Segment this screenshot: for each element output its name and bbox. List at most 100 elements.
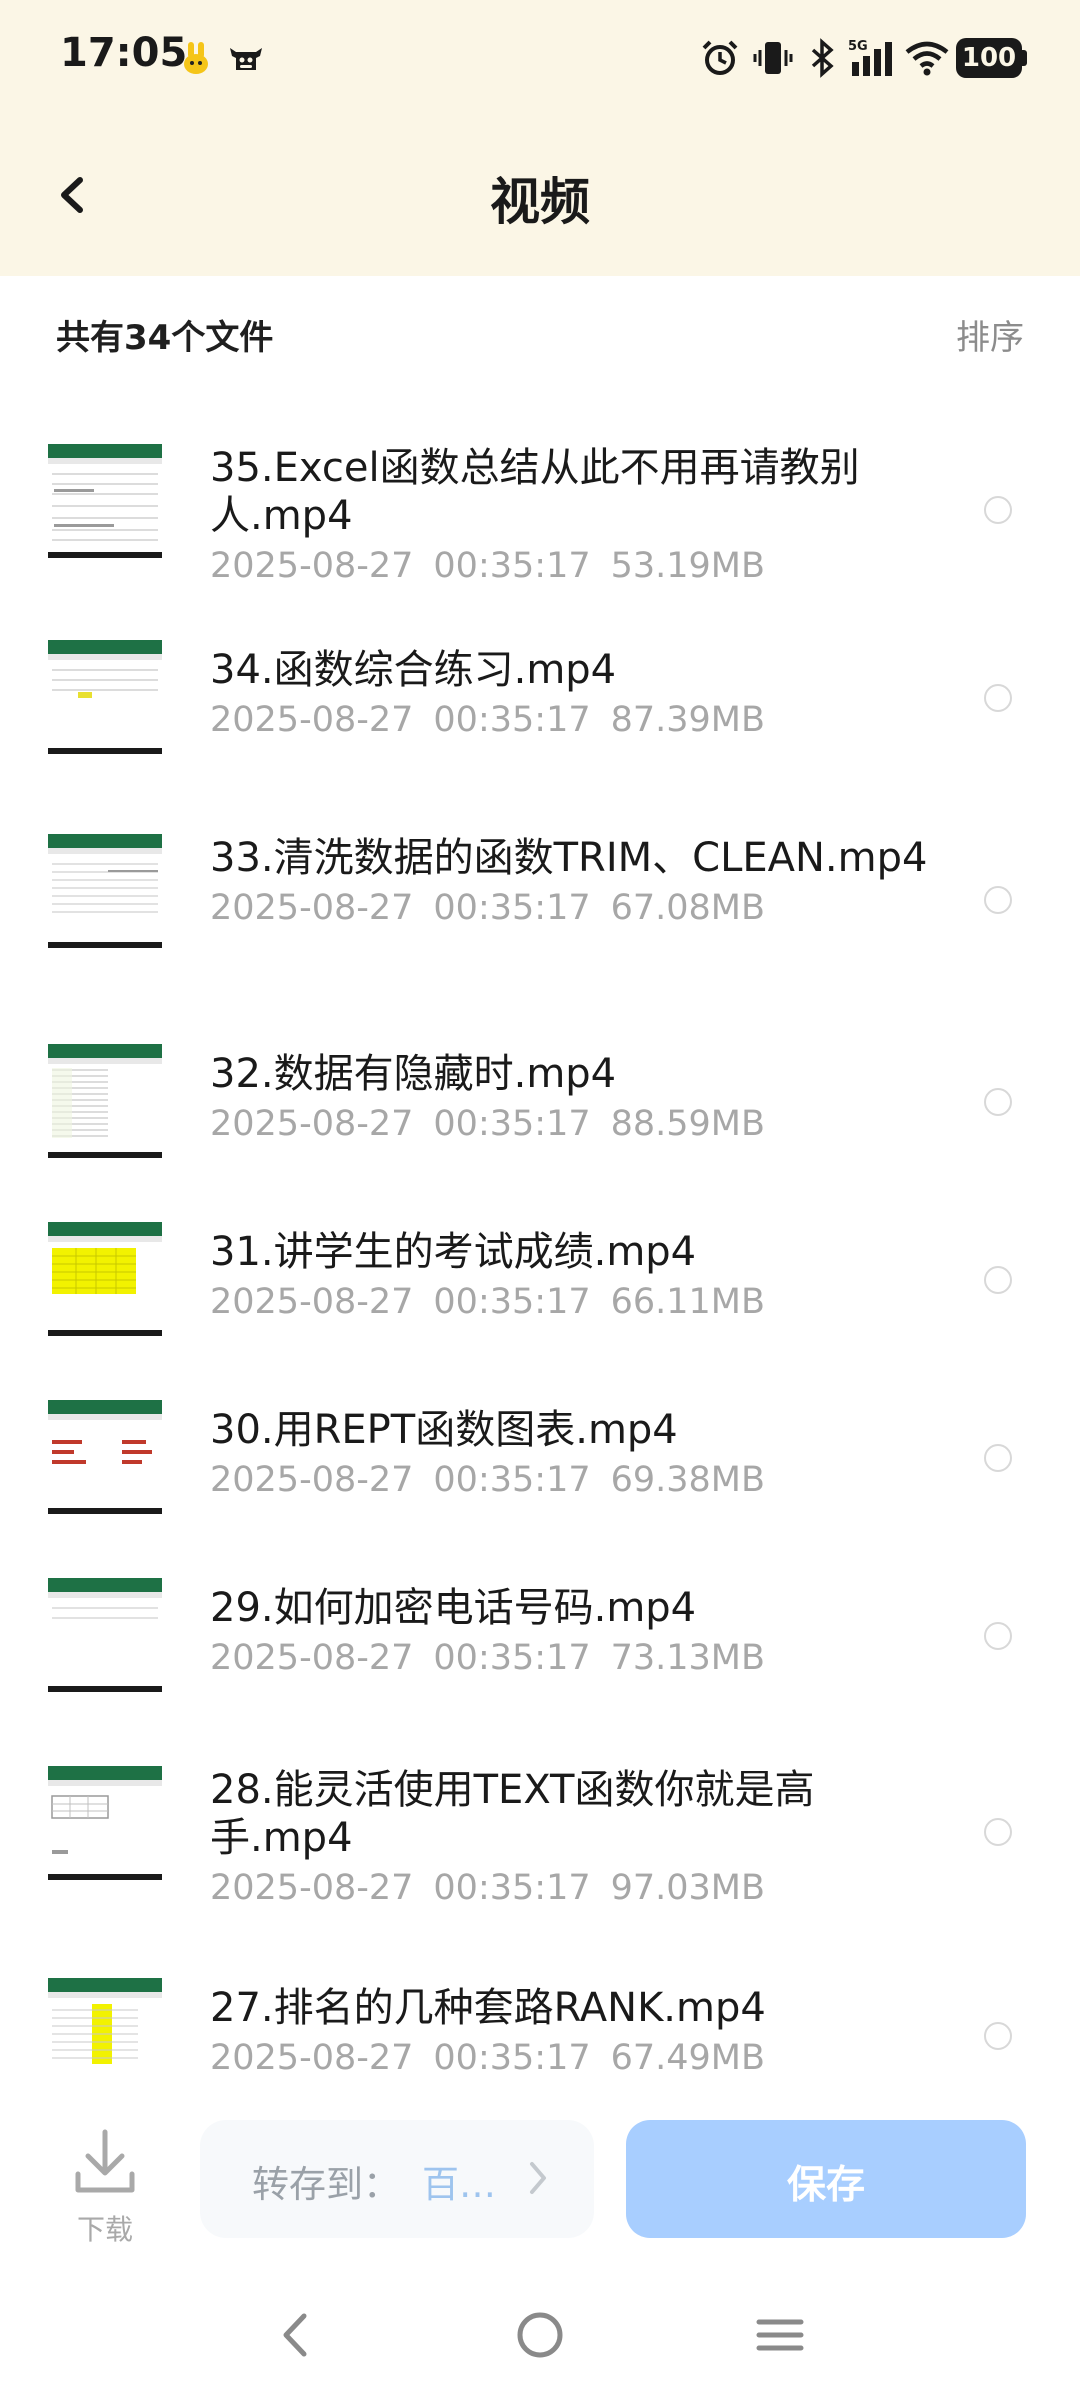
file-name: 31.讲学生的考试成绩.mp4 — [210, 1229, 697, 1275]
save-to-target: 百… — [422, 2163, 496, 2206]
select-radio[interactable] — [984, 684, 1012, 712]
file-info: 35.Excel函数总结从此不用再请教别人.mp4 2025-08-27 00:3… — [210, 444, 940, 588]
file-meta: 2025-08-27 00:35:17 87.39MB — [210, 698, 940, 742]
nav-back-icon[interactable] — [262, 2300, 332, 2370]
file-meta: 2025-08-27 00:35:17 67.08MB — [210, 886, 940, 930]
vibrate-icon — [753, 42, 793, 74]
file-size: 87.39MB — [610, 700, 766, 740]
file-name: 27.排名的几种套路RANK.mp4 — [210, 1985, 766, 2031]
list-item[interactable]: 35.Excel函数总结从此不用再请教别人.mp4 2025-08-27 00:3… — [0, 426, 1080, 596]
file-size: 67.49MB — [610, 2038, 766, 2078]
file-meta: 2025-08-27 00:35:17 88.59MB — [210, 1102, 940, 1146]
file-info: 34.函数综合练习.mp4 2025-08-27 00:35:17 87.39MB — [210, 646, 940, 742]
file-size: 88.59MB — [610, 1104, 766, 1144]
sort-button[interactable]: 排序 — [956, 310, 1024, 359]
download-label: 下载 — [76, 2213, 133, 2246]
file-name: 34.函数综合练习.mp4 — [210, 647, 617, 693]
list-item[interactable]: 32.数据有隐藏时.mp4 2025-08-27 00:35:17 88.59MB — [0, 1032, 1080, 1172]
file-date: 2025-08-27 — [210, 888, 414, 928]
file-name: 35.Excel函数总结从此不用再请教别人.mp4 — [210, 445, 860, 539]
status-bar: 17:05 5G 100 — [0, 0, 1080, 120]
video-thumbnail — [48, 640, 162, 754]
file-info: 30.用REPT函数图表.mp4 2025-08-27 00:35:17 69.38… — [210, 1406, 940, 1502]
list-item[interactable]: 34.函数综合练习.mp4 2025-08-27 00:35:17 87.39MB — [0, 628, 1080, 768]
file-info: 33.清洗数据的函数TRIM、CLEAN.mp4 2025-08-27 00:35… — [210, 834, 940, 930]
file-info: 29.如何加密电话号码.mp4 2025-08-27 00:35:17 73.13M… — [210, 1584, 940, 1680]
select-radio[interactable] — [984, 1266, 1012, 1294]
file-info: 27.排名的几种套路RANK.mp4 2025-08-27 00:35:17 67.… — [210, 1984, 940, 2080]
file-date: 2025-08-27 — [210, 700, 414, 740]
file-list-screen: 17:05 5G 100 视频 共有34个文件 排序 35.Excel函数总结从… — [0, 0, 1080, 2400]
video-thumbnail — [48, 1766, 162, 1880]
bluetooth-icon — [811, 38, 834, 78]
summary-row: 共有34个文件 排序 — [0, 296, 1080, 366]
video-thumbnail — [48, 1578, 162, 1692]
nav-menu-icon[interactable] — [745, 2300, 815, 2370]
file-time: 00:35:17 — [433, 888, 591, 928]
save-button[interactable]: 保存 — [626, 2120, 1026, 2238]
file-time: 00:35:17 — [433, 546, 591, 586]
video-thumbnail — [48, 834, 162, 948]
file-meta: 2025-08-27 00:35:17 69.38MB — [210, 1458, 940, 1502]
file-time: 00:35:17 — [433, 1460, 591, 1500]
file-size: 73.13MB — [610, 1638, 766, 1678]
video-thumbnail — [48, 1978, 162, 2086]
network-type-text: 5G — [848, 39, 868, 54]
file-size: 67.08MB — [610, 888, 766, 928]
list-item[interactable]: 30.用REPT函数图表.mp4 2025-08-27 00:35:17 69.38… — [0, 1388, 1080, 1528]
file-date: 2025-08-27 — [210, 1868, 414, 1908]
file-name: 29.如何加密电话号码.mp4 — [210, 1585, 697, 1631]
file-count: 共有34个文件 — [56, 318, 274, 358]
file-meta: 2025-08-27 00:35:17 97.03MB — [210, 1866, 940, 1910]
header: 视频 — [0, 140, 1080, 250]
list-item[interactable]: 31.讲学生的考试成绩.mp4 2025-08-27 00:35:17 66.11M… — [0, 1210, 1080, 1350]
file-size: 66.11MB — [610, 1282, 766, 1322]
top-area: 17:05 5G 100 视频 — [0, 0, 1080, 276]
select-radio[interactable] — [984, 1444, 1012, 1472]
select-radio[interactable] — [984, 1818, 1012, 1846]
file-date: 2025-08-27 — [210, 1460, 414, 1500]
save-to-selector[interactable]: 转存到： 百… — [200, 2120, 594, 2238]
video-thumbnail — [48, 1400, 162, 1514]
file-time: 00:35:17 — [433, 1282, 591, 1322]
video-thumbnail — [48, 1222, 162, 1336]
list-item[interactable]: 28.能灵活使用TEXT函数你就是高手.mp4 2025-08-27 00:35:… — [0, 1748, 1080, 1918]
download-button[interactable]: 下载 — [60, 2124, 150, 2246]
select-radio[interactable] — [984, 886, 1012, 914]
file-info: 31.讲学生的考试成绩.mp4 2025-08-27 00:35:17 66.11M… — [210, 1228, 940, 1324]
battery-level: 100 — [961, 43, 1017, 73]
file-info: 32.数据有隐藏时.mp4 2025-08-27 00:35:17 88.59MB — [210, 1050, 940, 1146]
download-icon — [75, 2129, 135, 2193]
file-meta: 2025-08-27 00:35:17 73.13MB — [210, 1636, 940, 1680]
select-radio[interactable] — [984, 1622, 1012, 1650]
file-info: 28.能灵活使用TEXT函数你就是高手.mp4 2025-08-27 00:35:… — [210, 1766, 940, 1910]
file-time: 00:35:17 — [433, 1868, 591, 1908]
file-date: 2025-08-27 — [210, 1104, 414, 1144]
save-to-label: 转存到： — [252, 2163, 400, 2206]
page-title: 视频 — [490, 173, 590, 231]
bunny-notification-icon — [184, 42, 208, 74]
select-radio[interactable] — [984, 496, 1012, 524]
status-time: 17:05 — [60, 30, 188, 76]
action-bar: 下载 转存到： 百… 保存 — [0, 2100, 1080, 2250]
list-item[interactable]: 33.清洗数据的函数TRIM、CLEAN.mp4 2025-08-27 00:35… — [0, 816, 1080, 986]
battery-icon: 100 — [956, 38, 1022, 78]
nav-home-icon[interactable] — [505, 2300, 575, 2370]
list-item[interactable]: 29.如何加密电话号码.mp4 2025-08-27 00:35:17 73.13M… — [0, 1566, 1080, 1706]
file-time: 00:35:17 — [433, 1104, 591, 1144]
video-thumbnail — [48, 444, 162, 558]
save-button-label: 保存 — [786, 2163, 865, 2208]
list-item[interactable]: 27.排名的几种套路RANK.mp4 2025-08-27 00:35:17 67.… — [0, 1966, 1080, 2086]
select-radio[interactable] — [984, 1088, 1012, 1116]
file-meta: 2025-08-27 00:35:17 53.19MB — [210, 544, 940, 588]
file-name: 30.用REPT函数图表.mp4 — [210, 1407, 678, 1453]
cow-notification-icon — [230, 48, 262, 70]
chevron-right-icon — [530, 2162, 546, 2194]
file-size: 97.03MB — [610, 1868, 766, 1908]
system-navigation-bar — [0, 2280, 1080, 2400]
file-list: 35.Excel函数总结从此不用再请教别人.mp4 2025-08-27 00:3… — [0, 396, 1080, 2086]
file-date: 2025-08-27 — [210, 1638, 414, 1678]
file-time: 00:35:17 — [433, 1638, 591, 1678]
video-thumbnail — [48, 1044, 162, 1158]
select-radio[interactable] — [984, 2022, 1012, 2050]
